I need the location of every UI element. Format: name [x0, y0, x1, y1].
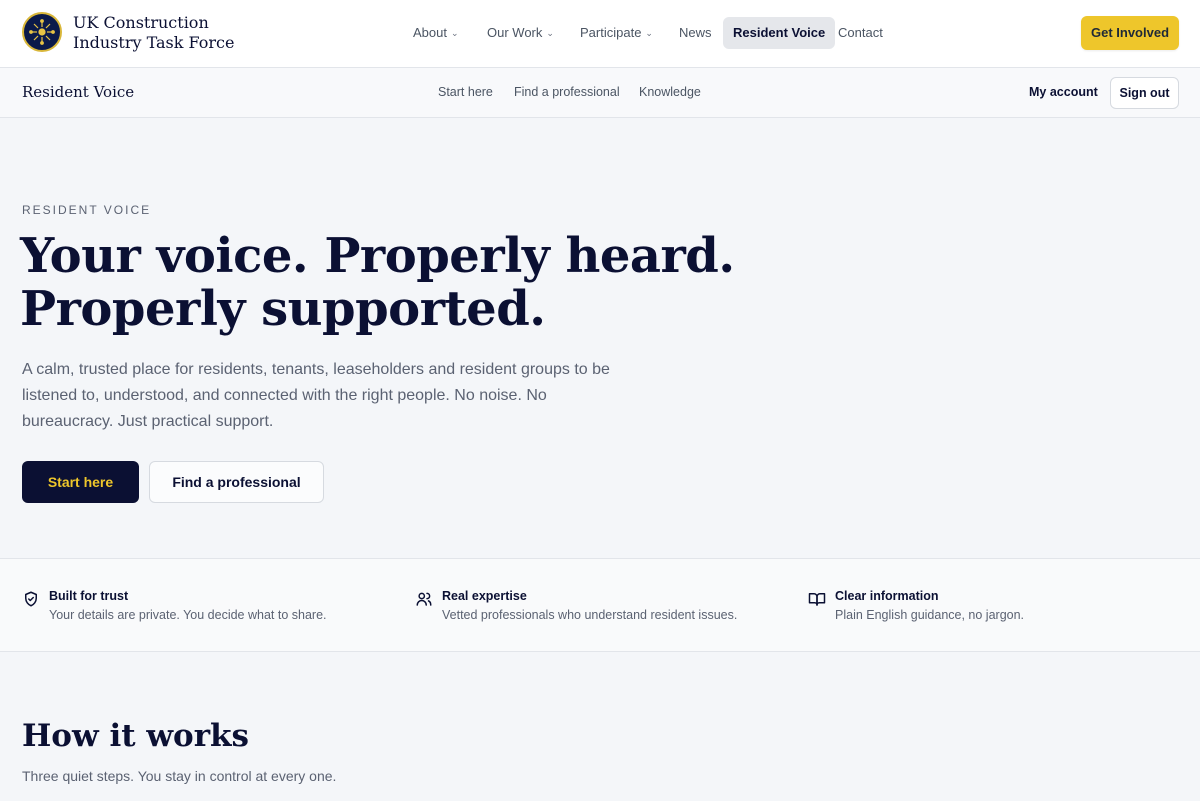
how-it-works-subtitle: Three quiet steps. You stay in control a… — [22, 768, 337, 784]
get-involved-button[interactable]: Get Involved — [1081, 16, 1179, 50]
nav-item-participate[interactable]: Participate ⌄ — [570, 17, 663, 49]
feature-description: Your details are private. You decide wha… — [49, 608, 327, 622]
resident-voice-subnav: Resident Voice Start here Find a profess… — [0, 68, 1200, 118]
org-name[interactable]: UK Construction Industry Task Force — [73, 13, 253, 53]
nav-item-contact[interactable]: Contact — [828, 17, 893, 49]
nav-item-label: Resident Voice — [733, 25, 826, 40]
nav-item-our-work[interactable]: Our Work ⌄ — [477, 17, 564, 49]
org-logo-icon[interactable] — [22, 12, 62, 52]
nav-item-about[interactable]: About ⌄ — [403, 17, 469, 49]
nav-item-label: Participate — [580, 25, 642, 40]
chevron-down-icon: ⌄ — [546, 28, 554, 38]
subnav-link-knowledge[interactable]: Knowledge — [639, 85, 701, 99]
feature-title: Real expertise — [442, 589, 527, 603]
chevron-down-icon: ⌄ — [450, 28, 459, 38]
start-here-button[interactable]: Start here — [22, 461, 139, 503]
book-open-icon — [808, 593, 826, 606]
hero-title: Your voice. Properly heard. Properly sup… — [20, 230, 740, 336]
feature-description: Plain English guidance, no jargon. — [835, 608, 1025, 622]
subnav-link-start-here[interactable]: Start here — [438, 85, 493, 99]
how-it-works-title: How it works — [22, 718, 249, 754]
nav-item-news[interactable]: News — [669, 17, 722, 49]
subnav-title[interactable]: Resident Voice — [22, 83, 134, 101]
shield-check-icon — [25, 591, 37, 607]
nav-item-label: Contact — [838, 25, 883, 40]
sign-out-button[interactable]: Sign out — [1110, 77, 1179, 109]
hero-eyebrow: RESIDENT VOICE — [22, 203, 152, 217]
subnav-link-find-professional[interactable]: Find a professional — [514, 85, 620, 99]
hero-description: A calm, trusted place for residents, ten… — [22, 361, 610, 430]
my-account-link[interactable]: My account — [1029, 85, 1098, 99]
feature-description: Vetted professionals who understand resi… — [442, 608, 738, 622]
feature-title: Clear information — [835, 589, 939, 603]
feature-title: Built for trust — [49, 589, 129, 603]
nav-item-label: News — [679, 25, 712, 40]
hero-title-line1: Your voice. Properly heard. — [20, 228, 735, 284]
chevron-down-icon: ⌄ — [645, 28, 653, 38]
features-strip: Built for trust Your details are private… — [0, 558, 1200, 652]
nav-item-resident-voice[interactable]: Resident Voice — [723, 17, 836, 49]
users-icon — [416, 592, 432, 606]
find-professional-button[interactable]: Find a professional — [149, 461, 324, 503]
site-header: UK Construction Industry Task Force Abou… — [0, 0, 1200, 68]
nav-item-label: About — [413, 25, 447, 40]
nav-item-label: Our Work — [487, 25, 543, 40]
hero-title-line2: Properly supported. — [20, 281, 546, 337]
